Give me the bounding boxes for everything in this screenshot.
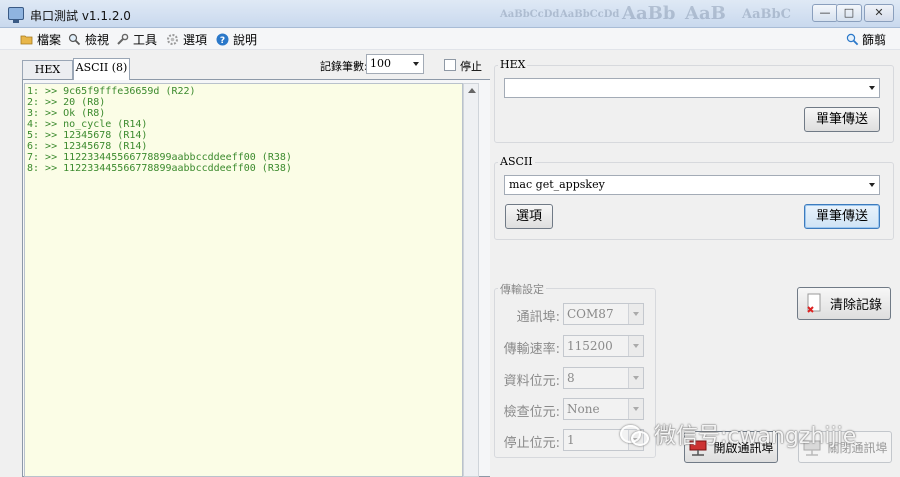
tab-hex[interactable]: HEX (R8) [22,60,73,93]
gear-icon [167,33,178,45]
ghost-text-3: AaBb [622,3,676,24]
setting-label: 停止位元: [503,436,560,451]
chevron-down-icon [413,62,419,66]
stop-checkbox[interactable] [444,59,456,71]
menu-view[interactable]: 檢視 [68,31,109,47]
maximize-button[interactable]: □ [836,4,862,22]
magnifier-icon [68,33,81,45]
menu-options[interactable]: 選項 [166,31,207,47]
monitor-icon [8,7,24,23]
menu-file-label: 檔案 [37,32,62,47]
menu-help[interactable]: ? 說明 [216,31,257,47]
chevron-down-icon [628,368,643,388]
clear-document-icon [807,293,821,313]
menu-tools[interactable]: 工具 [116,31,157,47]
port-select[interactable]: COM87 [563,303,644,325]
menu-bar: 檔案 檢視 工具 選項 ? 說明 篩翦 [0,28,900,50]
log-line: 8: >> 112233445566778899aabbccddeeff00 (… [27,163,292,174]
record-count-label: 記錄筆數: [320,60,368,73]
menu-file[interactable]: 檔案 [20,31,61,47]
parity-value: None [567,402,600,416]
chevron-down-icon[interactable] [869,183,875,187]
ascii-options-button[interactable]: 選項 [505,204,553,229]
log-line: 3: >> Ok (R8) [27,108,106,119]
setting-row-parity: 檢查位元: None [500,398,650,420]
chevron-down-icon [628,399,643,419]
ghost-text-2: AaBbCcDd [560,9,620,20]
help-icon: ? [216,33,229,46]
log-line: 1: >> 9c65f9fffe36659d (R22) [27,86,196,97]
databits-value: 8 [567,371,575,385]
title-bar: 串口測試 v1.1.2.0 AaBbCcDd AaBbCcDd AaBb AaB… [0,0,900,28]
setting-label: 通訊埠: [516,310,560,325]
ascii-input-value: mac get_appskey [509,178,605,191]
baud-value: 115200 [567,339,613,353]
setting-row-baud: 傳輸速率: 115200 [500,335,650,357]
hex-input[interactable] [504,78,880,98]
port-value: COM87 [567,307,614,321]
ascii-input[interactable]: mac get_appskey [504,175,880,195]
log-line: 7: >> 112233445566778899aabbccddeeff00 (… [27,152,292,163]
folder-icon [20,35,33,44]
log-line: 5: >> 12345678 (R14) [27,130,148,141]
scroll-up-icon[interactable] [468,88,476,93]
setting-row-databits: 資料位元: 8 [500,367,650,389]
clear-log-button[interactable]: 清除記錄 [797,287,891,320]
search-menu[interactable]: 篩翦 [846,31,886,48]
window-title: 串口測試 v1.1.2.0 [30,9,131,23]
parity-select[interactable]: None [563,398,644,420]
baud-select[interactable]: 115200 [563,335,644,357]
stop-label: 停止 [460,60,482,73]
settings-group-title: 傳輸設定 [498,281,546,297]
menu-view-label: 檢視 [85,32,110,47]
log-textarea[interactable]: 1: >> 9c65f9fffe36659d (R22) 2: >> 20 (R… [24,83,463,477]
tab-ascii[interactable]: ASCII (8) [73,58,130,80]
close-button[interactable]: ✕ [864,4,894,22]
menu-help-label: 說明 [233,32,258,47]
minimize-button[interactable]: — [812,4,838,22]
zoom-icon [846,33,859,46]
stopbits-value: 1 [567,433,575,447]
ascii-group-title: ASCII [498,155,535,168]
ghost-text-1: AaBbCcDd [500,9,560,20]
setting-label: 檢查位元: [503,405,560,420]
search-menu-label: 篩翦 [861,33,886,47]
log-scrollbar[interactable] [463,83,479,477]
ascii-send-button[interactable]: 單筆傳送 [804,204,880,229]
record-count-select[interactable]: 100 [366,54,424,74]
menu-tools-label: 工具 [133,32,158,47]
log-line: 6: >> 12345678 (R14) [27,141,148,152]
ghost-text-5: AaBbC [742,7,791,22]
menu-options-label: 選項 [183,32,208,47]
svg-text:?: ? [220,36,225,46]
chevron-down-icon[interactable] [869,86,875,90]
wechat-icon [620,423,649,446]
log-line: 4: >> no_cycle (R14) [27,119,148,130]
setting-label: 傳輸速率: [503,342,560,357]
databits-select[interactable]: 8 [563,367,644,389]
watermark-text: 微信号:cwangzhijie [654,424,857,449]
hex-group-title: HEX [498,58,528,71]
hex-send-button[interactable]: 單筆傳送 [804,107,880,132]
wechat-watermark: 微信号:cwangzhijie [620,418,856,450]
setting-label: 資料位元: [503,374,560,389]
setting-row-port: 通訊埠: COM87 [500,303,650,325]
ghost-text-4: AaB [685,3,726,24]
chevron-down-icon [628,304,643,324]
clear-log-label: 清除記錄 [829,298,882,313]
chevron-down-icon [628,336,643,356]
log-line: 2: >> 20 (R8) [27,97,106,108]
wrench-icon [117,33,129,45]
record-count-value: 100 [370,57,391,70]
